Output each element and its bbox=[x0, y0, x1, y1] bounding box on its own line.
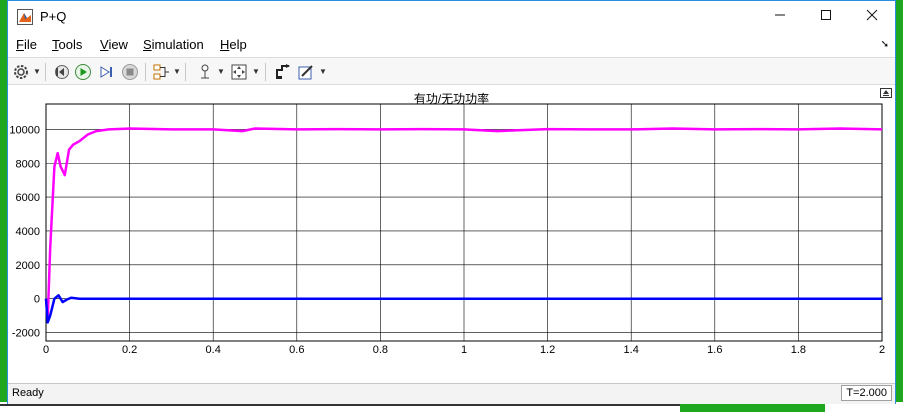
x-tick-label: 0.6 bbox=[289, 344, 304, 356]
y-tick-label: -2000 bbox=[12, 328, 40, 340]
step-back-icon[interactable] bbox=[52, 63, 70, 81]
menu-simulation[interactable]: Simulation bbox=[143, 37, 204, 52]
x-tick-label: 0.8 bbox=[373, 344, 388, 356]
x-tick-label: 1 bbox=[461, 344, 467, 356]
x-tick-label: 0.2 bbox=[122, 344, 137, 356]
cursor-dropdown-icon[interactable]: ▼ bbox=[217, 67, 225, 76]
desktop-bottom-block bbox=[680, 404, 825, 412]
toolbar-separator bbox=[145, 63, 146, 81]
toolbar-separator bbox=[265, 63, 266, 81]
menu-view[interactable]: View bbox=[100, 37, 128, 52]
run-icon[interactable] bbox=[74, 63, 92, 81]
minimize-icon bbox=[775, 14, 785, 16]
menu-tools[interactable]: Tools bbox=[52, 37, 82, 52]
menu-bar: File Tools View Simulation Help ➘ bbox=[8, 34, 895, 56]
scope-window: P+Q File Tools View Simulation Help ➘ ▼ bbox=[7, 0, 896, 404]
desktop-right-edge bbox=[895, 0, 903, 412]
toolbar-separator bbox=[45, 63, 46, 81]
scope-plot-area: 有功/无功功率 0 0.2 0.4 0.6 0.8 1 1.2 1.4 1.6 1.8 2 -2000… bbox=[8, 86, 895, 383]
y-tick-label: 0 bbox=[34, 294, 40, 306]
x-tick-label: 1.4 bbox=[624, 344, 639, 356]
cursor-icon[interactable] bbox=[196, 63, 214, 81]
gear-dropdown-icon[interactable]: ▼ bbox=[33, 67, 41, 76]
y-tick-label: 2000 bbox=[16, 260, 40, 272]
window-title: P+Q bbox=[40, 9, 67, 24]
style-icon[interactable] bbox=[297, 63, 315, 81]
zoom-fit-icon[interactable] bbox=[230, 63, 248, 81]
gear-icon[interactable] bbox=[12, 63, 30, 81]
style-dropdown-icon[interactable]: ▼ bbox=[319, 67, 327, 76]
step-forward-icon[interactable] bbox=[97, 63, 115, 81]
x-tick-label: 2 bbox=[879, 344, 885, 356]
zoom-dropdown-icon[interactable]: ▼ bbox=[252, 67, 260, 76]
x-tick-label: 1.8 bbox=[791, 344, 806, 356]
x-tick-label: 1.6 bbox=[707, 344, 722, 356]
close-icon bbox=[866, 9, 878, 21]
toolbar: ▼ ▼ ▼ ▼ ▼ bbox=[8, 57, 895, 85]
maximize-icon bbox=[821, 10, 831, 20]
status-text: Ready bbox=[12, 387, 44, 399]
signal-dropdown-icon[interactable]: ▼ bbox=[173, 67, 181, 76]
toolbar-separator bbox=[185, 63, 186, 81]
maximize-button[interactable] bbox=[803, 1, 849, 33]
desktop-bottom-line bbox=[0, 404, 680, 406]
power-chart: 0 0.2 0.4 0.6 0.8 1 1.2 1.4 1.6 1.8 2-200002000400… bbox=[9, 103, 885, 356]
title-bar[interactable]: P+Q bbox=[8, 1, 895, 33]
menu-dock-arrow-icon[interactable]: ➘ bbox=[881, 39, 889, 50]
menu-help[interactable]: Help bbox=[220, 37, 247, 52]
y-tick-label: 10000 bbox=[9, 124, 40, 136]
y-tick-label: 8000 bbox=[16, 158, 40, 170]
x-tick-label: 0.4 bbox=[206, 344, 221, 356]
signal-select-icon[interactable] bbox=[152, 63, 170, 81]
y-tick-label: 4000 bbox=[16, 226, 40, 238]
y-tick-label: 6000 bbox=[16, 192, 40, 204]
close-button[interactable] bbox=[849, 1, 895, 33]
stop-icon[interactable] bbox=[121, 63, 139, 81]
minimize-button[interactable] bbox=[757, 1, 803, 33]
matlab-app-icon bbox=[17, 9, 33, 25]
simulation-time: T=2.000 bbox=[841, 385, 892, 401]
x-tick-label: 0 bbox=[43, 344, 49, 356]
menu-file[interactable]: File bbox=[16, 37, 37, 52]
status-bar: Ready T=2.000 bbox=[8, 383, 895, 404]
x-tick-label: 1.2 bbox=[540, 344, 555, 356]
highlight-block-icon[interactable] bbox=[274, 63, 292, 81]
